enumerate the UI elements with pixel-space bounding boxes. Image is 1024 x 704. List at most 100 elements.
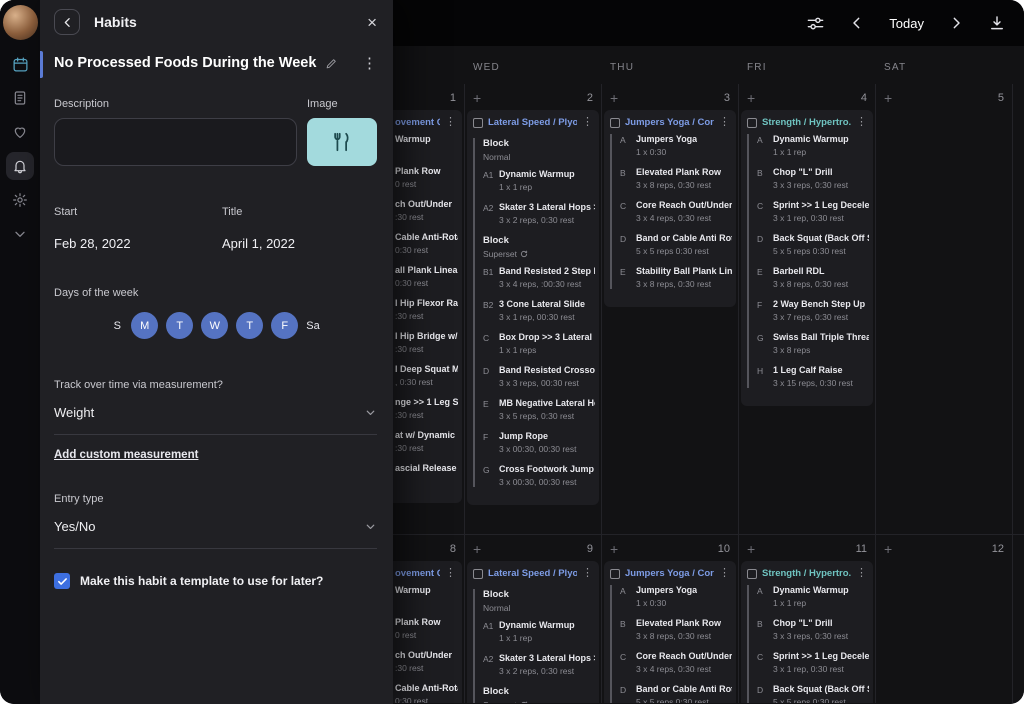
- exercise-row[interactable]: DBand Resisted Crossover...3 x 3 reps, 0…: [483, 365, 595, 388]
- exercise-row[interactable]: DBack Squat (Back Off Set)5 x 5 reps 0:3…: [757, 684, 869, 703]
- settings-gear-icon[interactable]: [6, 186, 34, 214]
- add-workout-icon[interactable]: +: [610, 91, 618, 105]
- previous-week-icon[interactable]: [849, 15, 865, 31]
- exercise-row[interactable]: CSprint >> 1 Leg Decelerations3 x 1 rep,…: [757, 200, 869, 223]
- calendar-day-cell[interactable]: +9Lateral Speed / Plyo⋮BlockNormalA1Dyna…: [465, 535, 602, 703]
- exercise-row[interactable]: DBack Squat (Back Off Set)5 x 5 reps 0:3…: [757, 233, 869, 256]
- download-icon[interactable]: [988, 14, 1006, 32]
- day-of-week-toggle[interactable]: Sa: [306, 320, 319, 332]
- calendar-day-cell[interactable]: +5: [876, 84, 1013, 534]
- calendar-day-cell[interactable]: +12: [876, 535, 1013, 703]
- start-date-value[interactable]: Feb 28, 2022: [54, 236, 222, 251]
- today-button[interactable]: Today: [889, 16, 924, 31]
- add-workout-icon[interactable]: +: [747, 91, 755, 105]
- exercise-row[interactable]: DBand or Cable Anti Rotati...5 x 5 reps …: [620, 684, 732, 703]
- exercise-row[interactable]: GSwiss Ball Triple Threat3 x 8 reps: [757, 332, 869, 355]
- back-button[interactable]: [54, 9, 80, 35]
- close-icon[interactable]: ×: [367, 14, 377, 31]
- workout-checkbox[interactable]: [473, 118, 483, 128]
- exercise-row[interactable]: B23 Cone Lateral Slide3 x 1 rep, 00:30 r…: [483, 299, 595, 322]
- exercise-row[interactable]: DBand or Cable Anti Rotati...5 x 5 reps …: [620, 233, 732, 256]
- heart-icon[interactable]: [6, 118, 34, 146]
- workout-menu-icon[interactable]: ⋮: [445, 568, 456, 579]
- add-workout-icon[interactable]: +: [747, 542, 755, 556]
- notifications-bell-icon[interactable]: [6, 152, 34, 180]
- add-workout-icon[interactable]: +: [610, 542, 618, 556]
- workout-menu-icon[interactable]: ⋮: [582, 568, 593, 579]
- workout-menu-icon[interactable]: ⋮: [856, 568, 867, 579]
- exercise-row[interactable]: EBarbell RDL3 x 8 reps, 0:30 rest: [757, 266, 869, 289]
- template-checkbox-row[interactable]: Make this habit a template to use for la…: [54, 573, 377, 589]
- calendar-day-cell[interactable]: +10Jumpers Yoga / Core⋮AJumpers Yoga1 x …: [602, 535, 739, 703]
- calendar-icon[interactable]: [6, 50, 34, 78]
- workout-checkbox[interactable]: [747, 118, 757, 128]
- exercise-row[interactable]: CSprint >> 1 Leg Decelerations3 x 1 rep,…: [757, 651, 869, 674]
- exercise-row[interactable]: GCross Footwork Jump Rope3 x 00:30, 00:3…: [483, 464, 595, 487]
- next-week-icon[interactable]: [948, 15, 964, 31]
- workout-card[interactable]: Strength / Hypertro...⋮ADynamic Warmup1 …: [741, 561, 873, 703]
- filters-icon[interactable]: [806, 14, 825, 33]
- day-of-week-toggle[interactable]: W: [201, 312, 228, 339]
- documents-icon[interactable]: [6, 84, 34, 112]
- day-of-week-toggle[interactable]: T: [166, 312, 193, 339]
- day-of-week-toggle[interactable]: M: [131, 312, 158, 339]
- workout-checkbox[interactable]: [473, 569, 483, 579]
- exercise-row[interactable]: CCore Reach Out/Under3 x 4 reps, 0:30 re…: [620, 651, 732, 674]
- exercise-row[interactable]: BElevated Plank Row3 x 8 reps, 0:30 rest: [620, 167, 732, 190]
- exercise-row[interactable]: A1Dynamic Warmup1 x 1 rep: [483, 169, 595, 192]
- workout-menu-icon[interactable]: ⋮: [445, 117, 456, 128]
- day-of-week-toggle[interactable]: F: [271, 312, 298, 339]
- calendar-day-cell[interactable]: +4Strength / Hypertro...⋮ADynamic Warmup…: [739, 84, 876, 534]
- workout-menu-icon[interactable]: ⋮: [719, 568, 730, 579]
- add-workout-icon[interactable]: +: [473, 91, 481, 105]
- calendar-day-cell[interactable]: +11Strength / Hypertro...⋮ADynamic Warmu…: [739, 535, 876, 703]
- exercise-row[interactable]: AJumpers Yoga1 x 0:30: [620, 134, 732, 157]
- add-custom-measurement-link[interactable]: Add custom measurement: [54, 449, 198, 461]
- habit-image[interactable]: [307, 118, 377, 166]
- workout-checkbox[interactable]: [610, 118, 620, 128]
- exercise-row[interactable]: A1Dynamic Warmup1 x 1 rep: [483, 620, 595, 643]
- exercise-row[interactable]: EStability Ball Plank Linear ...3 x 8 re…: [620, 266, 732, 289]
- end-date-value[interactable]: April 1, 2022: [222, 236, 295, 251]
- avatar[interactable]: [3, 5, 38, 40]
- template-checkbox[interactable]: [54, 573, 70, 589]
- exercise-row[interactable]: BChop "L" Drill3 x 3 reps, 0:30 rest: [757, 618, 869, 641]
- exercise-row[interactable]: EMB Negative Lateral Hop...3 x 5 reps, 0…: [483, 398, 595, 421]
- exercise-row[interactable]: B1Band Resisted 2 Step Late...3 x 4 reps…: [483, 266, 595, 289]
- add-workout-icon[interactable]: +: [884, 542, 892, 556]
- measurement-select[interactable]: Weight: [54, 405, 377, 435]
- workout-card[interactable]: Jumpers Yoga / Core⋮AJumpers Yoga1 x 0:3…: [604, 561, 736, 703]
- day-of-week-toggle[interactable]: S: [111, 320, 123, 332]
- exercise-row[interactable]: H1 Leg Calf Raise3 x 15 reps, 0:30 rest: [757, 365, 869, 388]
- chevron-down-icon[interactable]: [6, 220, 34, 248]
- workout-menu-icon[interactable]: ⋮: [582, 117, 593, 128]
- add-workout-icon[interactable]: +: [884, 91, 892, 105]
- calendar-day-cell[interactable]: +3Jumpers Yoga / Core⋮AJumpers Yoga1 x 0…: [602, 84, 739, 534]
- exercise-row[interactable]: A2Skater 3 Lateral Hops >> ...3 x 2 reps…: [483, 653, 595, 676]
- description-input[interactable]: [54, 118, 297, 166]
- workout-checkbox[interactable]: [747, 569, 757, 579]
- exercise-row[interactable]: CCore Reach Out/Under3 x 4 reps, 0:30 re…: [620, 200, 732, 223]
- exercise-row[interactable]: ADynamic Warmup1 x 1 rep: [757, 585, 869, 608]
- exercise-row[interactable]: A2Skater 3 Lateral Hops >> ...3 x 2 reps…: [483, 202, 595, 225]
- calendar-day-cell[interactable]: +2Lateral Speed / Plyo⋮BlockNormalA1Dyna…: [465, 84, 602, 534]
- workout-card[interactable]: Strength / Hypertro...⋮ADynamic Warmup1 …: [741, 110, 873, 406]
- exercise-row[interactable]: BElevated Plank Row3 x 8 reps, 0:30 rest: [620, 618, 732, 641]
- workout-menu-icon[interactable]: ⋮: [719, 117, 730, 128]
- add-workout-icon[interactable]: +: [473, 542, 481, 556]
- workout-card[interactable]: Lateral Speed / Plyo⋮BlockNormalA1Dynami…: [467, 110, 599, 505]
- entry-type-select[interactable]: Yes/No: [54, 519, 377, 549]
- exercise-row[interactable]: ADynamic Warmup1 x 1 rep: [757, 134, 869, 157]
- workout-menu-icon[interactable]: ⋮: [856, 117, 867, 128]
- edit-pencil-icon[interactable]: [325, 57, 338, 70]
- workout-card[interactable]: Lateral Speed / Plyo⋮BlockNormalA1Dynami…: [467, 561, 599, 703]
- exercise-row[interactable]: F2 Way Bench Step Up3 x 7 reps, 0:30 res…: [757, 299, 869, 322]
- exercise-row[interactable]: AJumpers Yoga1 x 0:30: [620, 585, 732, 608]
- exercise-row[interactable]: FJump Rope3 x 00:30, 00:30 rest: [483, 431, 595, 454]
- exercise-row[interactable]: CBox Drop >> 3 Lateral H...1 x 1 reps: [483, 332, 595, 355]
- day-of-week-toggle[interactable]: T: [236, 312, 263, 339]
- workout-checkbox[interactable]: [610, 569, 620, 579]
- workout-card[interactable]: Jumpers Yoga / Core⋮AJumpers Yoga1 x 0:3…: [604, 110, 736, 307]
- habit-menu-icon[interactable]: ⋮: [362, 54, 377, 72]
- exercise-row[interactable]: BChop "L" Drill3 x 3 reps, 0:30 rest: [757, 167, 869, 190]
